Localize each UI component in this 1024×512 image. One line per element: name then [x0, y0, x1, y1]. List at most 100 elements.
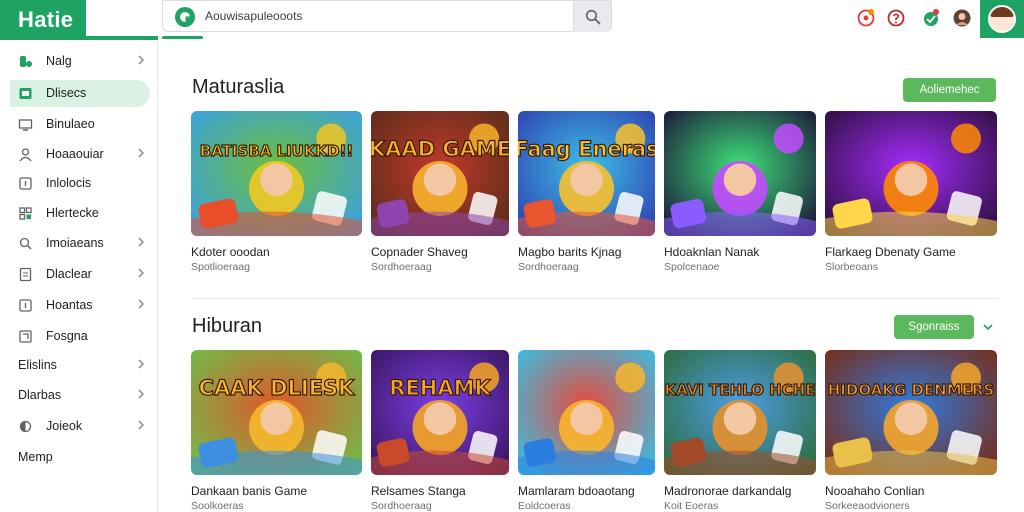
game-card[interactable]: HIDOAKG DENMERS Nooahaho Conlian Sorkeeaod… — [825, 350, 997, 512]
search-button[interactable] — [573, 1, 611, 32]
game-card[interactable]: KAVI TEHLO HCHE Madronorae darkandalg Koit… — [664, 350, 816, 512]
game-thumbnail[interactable]: KAAD GAME — [371, 111, 509, 236]
game-thumbnail[interactable] — [825, 111, 997, 236]
sidebar-item-label: Fosgna — [46, 329, 88, 343]
gift-icon[interactable] — [921, 8, 941, 28]
game-title[interactable]: Flarkaeg Dbenaty Game — [825, 245, 956, 259]
notification-icon[interactable] — [856, 8, 876, 28]
game-thumbnail-art: CAAK DLIESK — [191, 350, 362, 475]
chevron-right-icon[interactable] — [136, 266, 146, 280]
sidebar-item-label: Memp — [18, 450, 53, 464]
game-title[interactable]: Hdoaknlan Nanak — [664, 245, 759, 259]
sidebar-item-8[interactable]: Dlaclear — [10, 261, 150, 288]
game-card[interactable]: Mamlaram bdoaotang Eoldcoeras — [518, 350, 655, 512]
game-card[interactable]: Flarkaeg Dbenaty Game Slorbeoans — [825, 111, 997, 273]
chevron-right-icon[interactable] — [136, 235, 146, 249]
game-subtitle: Sordhoeraag — [371, 261, 432, 273]
thumbnail-art-text: REHAMK — [389, 376, 491, 400]
game-thumbnail[interactable]: BATISBA LIUKKD!! — [191, 111, 362, 236]
chevron-right-icon[interactable] — [136, 297, 146, 311]
sidebar-item-label: Imoiaeans — [46, 236, 104, 250]
sidebar-item-12[interactable]: Dlarbas — [10, 382, 150, 409]
game-thumbnail-art: BATISBA LIUKKD!! — [191, 111, 362, 236]
circle-icon — [19, 420, 32, 433]
section-action-button[interactable]: Sgonraiss — [894, 315, 974, 339]
game-thumbnail-art — [518, 350, 655, 475]
document-icon — [19, 267, 32, 282]
sidebar-item-7[interactable]: Imoiaeans — [10, 230, 150, 257]
thumbnail-art-text: Faag Eneras — [518, 137, 655, 161]
square-icon — [19, 299, 32, 312]
user-icon — [19, 148, 32, 162]
game-thumbnail[interactable]: CAAK DLIESK — [191, 350, 362, 475]
game-subtitle: Sorkeeaodvioners — [825, 500, 910, 512]
game-card[interactable]: Hdoaknlan Nanak Spolcenaoe — [664, 111, 816, 273]
game-thumbnail-art — [664, 111, 816, 236]
chevron-right-icon[interactable] — [136, 387, 146, 401]
game-thumbnail[interactable] — [664, 111, 816, 236]
sidebar-item-label: Dlisecs — [46, 86, 87, 100]
sidebar-item-2[interactable]: Dlisecs — [10, 80, 150, 107]
sidebar-item-1[interactable]: Nalg — [10, 48, 150, 75]
game-thumbnail[interactable]: Faag Eneras — [518, 111, 655, 236]
chevron-down-icon[interactable] — [982, 321, 994, 333]
sidebar-item-label: Hoaaouiar — [46, 147, 104, 161]
game-thumbnail-art: Faag Eneras — [518, 111, 655, 236]
game-subtitle: Sordhoeraag — [518, 261, 579, 273]
search-bar[interactable]: Aouwisapuleooots — [162, 0, 612, 32]
game-thumbnail-art: KAAD GAME — [371, 111, 509, 236]
game-card[interactable]: KAAD GAME Copnader Shaveg Sordhoeraag — [371, 111, 509, 273]
settings-avatar-icon[interactable] — [952, 8, 972, 28]
help-icon[interactable] — [886, 8, 906, 28]
sidebar-item-9[interactable]: Hoantas — [10, 292, 150, 319]
window-icon — [19, 88, 32, 99]
sidebar-item-4[interactable]: Hoaaouiar — [10, 141, 150, 168]
chevron-right-icon[interactable] — [136, 146, 146, 160]
sidebar-item-6[interactable]: Hlertecke — [10, 200, 150, 227]
sidebar-item-10[interactable]: Fosgna — [10, 323, 150, 350]
section-action-button[interactable]: Aoliemehec — [903, 78, 996, 102]
brand-logo[interactable]: Hatie — [0, 0, 86, 38]
thumbnail-art-text: HIDOAKG DENMERS — [828, 381, 994, 399]
grid-icon — [19, 207, 32, 220]
game-thumbnail-art: REHAMK — [371, 350, 509, 475]
game-subtitle: Sordhoeraag — [371, 500, 432, 512]
game-card[interactable]: REHAMK Relsames Stanga Sordhoeraag — [371, 350, 509, 512]
game-title[interactable]: Mamlaram bdoaotang — [518, 484, 635, 498]
sidebar-item-13[interactable]: Joieok — [10, 413, 150, 440]
game-title[interactable]: Kdoter ooodan — [191, 245, 270, 259]
game-thumbnail[interactable] — [518, 350, 655, 475]
game-title[interactable]: Dankaan banis Game — [191, 484, 307, 498]
game-thumbnail[interactable]: REHAMK — [371, 350, 509, 475]
sidebar-item-5[interactable]: Inlolocis — [10, 170, 150, 197]
sidebar-item-label: Hoantas — [46, 298, 93, 312]
sidebar-item-14[interactable]: Memp — [10, 444, 150, 471]
sidebar-item-label: Inlolocis — [46, 176, 92, 190]
thumbnail-art-text: KAVI TEHLO HCHE — [664, 381, 815, 399]
game-title[interactable]: Copnader Shaveg — [371, 245, 468, 259]
sidebar-item-3[interactable]: Binulaeo — [10, 111, 150, 138]
chevron-right-icon[interactable] — [136, 357, 146, 371]
game-title[interactable]: Nooahaho Conlian — [825, 484, 924, 498]
user-avatar-button[interactable] — [980, 0, 1024, 38]
thumbnail-art-text: BATISBA LIUKKD!! — [200, 142, 353, 160]
avatar — [988, 5, 1016, 33]
app-logo-icon — [175, 7, 195, 27]
game-title[interactable]: Madronorae darkandalg — [664, 484, 791, 498]
search-input[interactable]: Aouwisapuleooots — [205, 9, 302, 23]
square-icon — [19, 177, 32, 190]
game-thumbnail[interactable]: HIDOAKG DENMERS — [825, 350, 997, 475]
game-card[interactable]: BATISBA LIUKKD!! Kdoter ooodan Spotlioeraa… — [191, 111, 362, 273]
chevron-right-icon[interactable] — [136, 53, 146, 67]
chevron-right-icon[interactable] — [136, 418, 146, 432]
sidebar-item-11[interactable]: Elislins — [10, 352, 150, 379]
game-title[interactable]: Magbo barits Kjnag — [518, 245, 621, 259]
game-controller-icon — [20, 56, 32, 67]
game-card[interactable]: Faag Eneras Magbo barits Kjnag Sordhoeraag — [518, 111, 655, 273]
game-card[interactable]: CAAK DLIESK Dankaan banis Game Soolkoeras — [191, 350, 362, 512]
sidebar-item-label: Dlarbas — [18, 388, 62, 402]
game-subtitle: Spotlioeraag — [191, 261, 250, 273]
game-thumbnail[interactable]: KAVI TEHLO HCHE — [664, 350, 816, 475]
game-title[interactable]: Relsames Stanga — [371, 484, 466, 498]
game-thumbnail-art: KAVI TEHLO HCHE — [664, 350, 816, 475]
